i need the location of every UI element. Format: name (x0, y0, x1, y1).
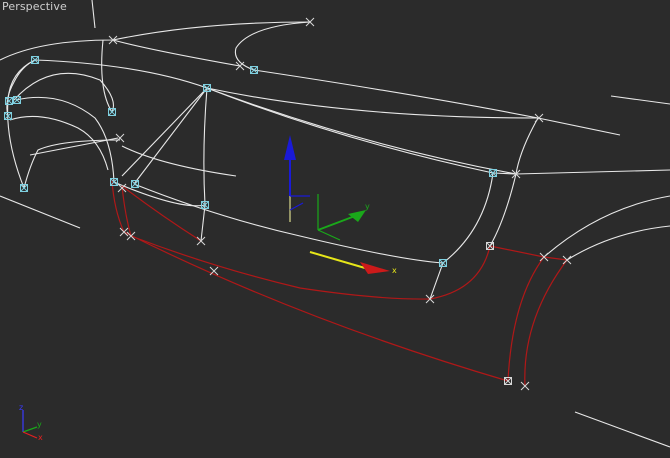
view-axis-tripod: z y x (19, 403, 43, 442)
tripod-z-label: z (19, 403, 23, 412)
spline-cage[interactable]: y x z y x (0, 0, 670, 458)
tripod-x-label: x (38, 433, 43, 442)
gizmo-y-arrow-icon[interactable] (348, 210, 366, 222)
perspective-viewport[interactable]: Perspective y x z y x (0, 0, 670, 458)
gizmo-x-label: x (392, 266, 397, 275)
gizmo-x-axis[interactable] (309, 251, 366, 269)
gizmo-x-arrow-icon[interactable] (360, 262, 390, 274)
selected-splines[interactable] (111, 179, 568, 387)
gizmo-z-arrow-icon[interactable] (284, 135, 296, 160)
gizmo-y-label: y (365, 202, 370, 211)
tripod-y-label: y (37, 420, 42, 429)
